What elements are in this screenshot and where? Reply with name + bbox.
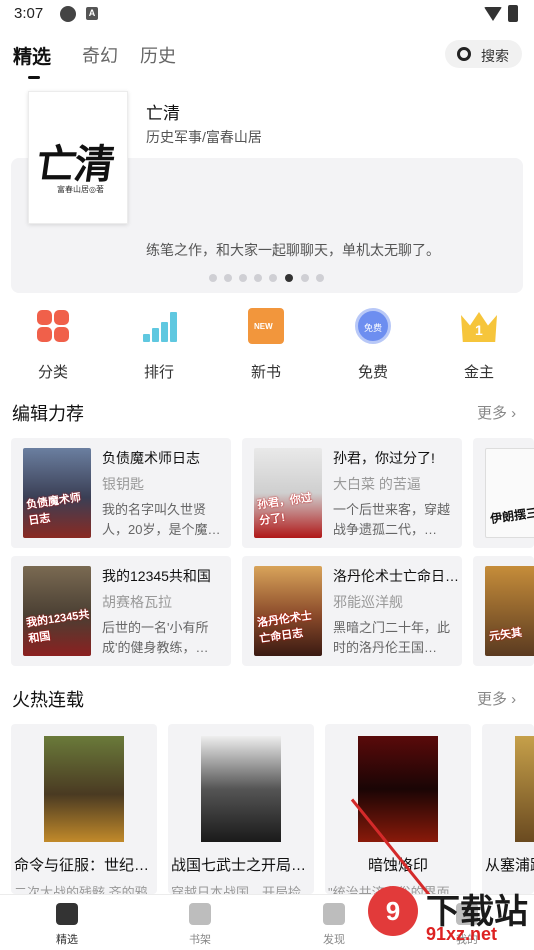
tab-fantasy[interactable]: 奇幻 <box>82 42 118 68</box>
tab-history[interactable]: 历史 <box>140 42 176 68</box>
section-title-editor-picks: 编辑力荐 <box>12 404 84 424</box>
category-label: 金主 <box>463 364 494 381</box>
banner-book-meta: 历史军事/富春山居 <box>146 129 262 145</box>
carousel-dot <box>209 274 217 282</box>
book-author: 银钥匙 <box>102 476 144 492</box>
book-card[interactable]: 孙君，你过分了! 孙君，你过分了! 大白菜 的苦逼 一个后世来客，穿越战争遗孤二… <box>242 438 462 548</box>
watermark-logo: 9 <box>368 886 418 936</box>
book-cover <box>44 736 124 842</box>
tab-indicator <box>28 76 40 79</box>
status-bar: 3:07 A <box>0 0 534 30</box>
book-description: 一个后世来客，穿越战争遗孤二代，… <box>333 502 451 537</box>
category-label: 新书 <box>250 364 281 381</box>
book-cover <box>201 736 281 842</box>
book-cover: 我的12345共和国 <box>23 566 91 656</box>
nav-label: 发现 <box>323 934 345 946</box>
nav-bookshelf[interactable]: 书架 <box>170 901 230 947</box>
book-description: 后世的一名'小有所成'的健身教练，… <box>102 620 209 655</box>
crown-icon: 1 <box>461 308 497 344</box>
category-label: 免费 <box>357 364 388 381</box>
carousel-dots <box>209 274 329 284</box>
book-description: 穿越日本战国，开局捡 <box>171 885 302 894</box>
watermark-url: 91xz.net <box>426 924 498 944</box>
nav-featured[interactable]: 精选 <box>37 901 97 947</box>
book-cover: 孙君，你过分了! <box>254 448 322 538</box>
book-cover: 负债魔术师日志 <box>23 448 91 538</box>
book-card-peek[interactable]: 伊朗摆三世 <box>473 438 534 548</box>
book-card[interactable]: 洛丹伦术士亡命日志 洛丹伦术士亡命日… 邪能巡洋舰 黑暗之门二十年，此时的洛丹伦… <box>242 556 462 666</box>
book-card[interactable]: 负债魔术师日志 负债魔术师日志 银钥匙 我的名字叫久世贤人，20岁，是个魔… <box>11 438 231 548</box>
featured-icon <box>56 903 78 925</box>
category-label: 排行 <box>143 364 174 381</box>
nav-discover[interactable]: 发现 <box>304 901 364 947</box>
bookshelf-icon <box>189 903 211 925</box>
category-new-books[interactable]: NEW 新书 <box>231 308 301 384</box>
search-icon <box>457 47 471 61</box>
status-time: 3:07 <box>14 5 44 22</box>
ranking-icon <box>141 308 177 344</box>
top-tabs: 精选 奇幻 历史 搜索 <box>0 36 534 80</box>
book-title: 负债魔术师日志 <box>102 450 200 466</box>
free-badge-icon: 免费 <box>355 308 391 344</box>
discover-icon <box>323 903 345 925</box>
section-title-hot-serial: 火热连载 <box>12 690 84 710</box>
serial-book-card-peek[interactable]: 从塞浦路 <box>482 724 534 894</box>
book-description: 黑暗之门二十年，此时的洛丹伦王国… <box>333 620 451 655</box>
nav-label: 精选 <box>56 934 78 946</box>
banner-book-cover[interactable]: 亡清 富春山居◎著 <box>28 91 128 224</box>
book-title: 孙君，你过分了! <box>333 450 435 466</box>
carousel-dot <box>239 274 247 282</box>
nav-label: 书架 <box>189 934 211 946</box>
carousel-dot-active <box>285 274 293 282</box>
search-label: 搜索 <box>481 48 509 64</box>
book-description: 我的名字叫久世贤人，20岁，是个魔… <box>102 502 221 537</box>
carousel-dot <box>254 274 262 282</box>
serial-book-card[interactable]: 命令与征服：世纪… 二次大战的残骸 齐的鸦 <box>11 724 157 894</box>
grid-icon <box>35 308 71 344</box>
book-cover: 元矢其 <box>485 566 534 656</box>
book-author: 大白菜 的苦逼 <box>333 476 421 492</box>
battery-icon <box>508 5 518 22</box>
carousel-dot <box>224 274 232 282</box>
wifi-icon <box>484 7 502 21</box>
cover-author: 富春山居◎著 <box>57 185 104 194</box>
book-title: 命令与征服：世纪… <box>14 857 150 874</box>
book-author: 邪能巡洋舰 <box>333 594 403 610</box>
book-cover <box>515 736 534 842</box>
book-title: 洛丹伦术士亡命日… <box>333 568 458 584</box>
category-label: 分类 <box>37 364 68 381</box>
carousel-dot <box>301 274 309 282</box>
category-sponsors[interactable]: 1 金主 <box>444 308 514 384</box>
book-author: 胡赛格瓦拉 <box>102 594 172 610</box>
search-button[interactable]: 搜索 <box>445 40 522 68</box>
notification-icon: A <box>86 7 98 20</box>
book-cover: 洛丹伦术士亡命日志 <box>254 566 322 656</box>
new-book-icon: NEW <box>248 308 284 344</box>
hot-serial-more-link[interactable]: 更多 › <box>477 688 516 709</box>
category-ranking[interactable]: 排行 <box>124 308 194 384</box>
watermark: 9 下载站 91xz.net <box>362 880 534 950</box>
book-cover: 伊朗摆三世 <box>485 448 534 538</box>
book-title: 从塞浦路 <box>485 857 534 874</box>
banner-book-title[interactable]: 亡清 <box>146 99 180 124</box>
book-cover <box>358 736 438 842</box>
category-free[interactable]: 免费 免费 <box>338 308 408 384</box>
book-title: 战国七武士之开局… <box>171 857 307 874</box>
cover-calligraphy: 亡清 <box>33 141 116 188</box>
category-classify[interactable]: 分类 <box>18 308 88 384</box>
carousel-dot <box>269 274 277 282</box>
book-card-peek[interactable]: 元矢其 <box>473 556 534 666</box>
book-card[interactable]: 我的12345共和国 我的12345共和国 胡赛格瓦拉 后世的一名'小有所成'的… <box>11 556 231 666</box>
serial-book-card[interactable]: 暗蚀烙印 "统治共济在俗的界面 <box>325 724 471 894</box>
banner-book-description: 练笔之作，和大家一起聊聊天，单机太无聊了。 <box>146 242 440 258</box>
book-title: 我的12345共和国 <box>102 568 211 584</box>
tab-featured[interactable]: 精选 <box>13 42 51 69</box>
app-status-icon <box>60 6 76 22</box>
carousel-dot <box>316 274 324 282</box>
editor-picks-more-link[interactable]: 更多 › <box>477 402 516 423</box>
book-description: 二次大战的残骸 齐的鸦 <box>14 885 148 894</box>
serial-book-card[interactable]: 战国七武士之开局… 穿越日本战国，开局捡 <box>168 724 314 894</box>
